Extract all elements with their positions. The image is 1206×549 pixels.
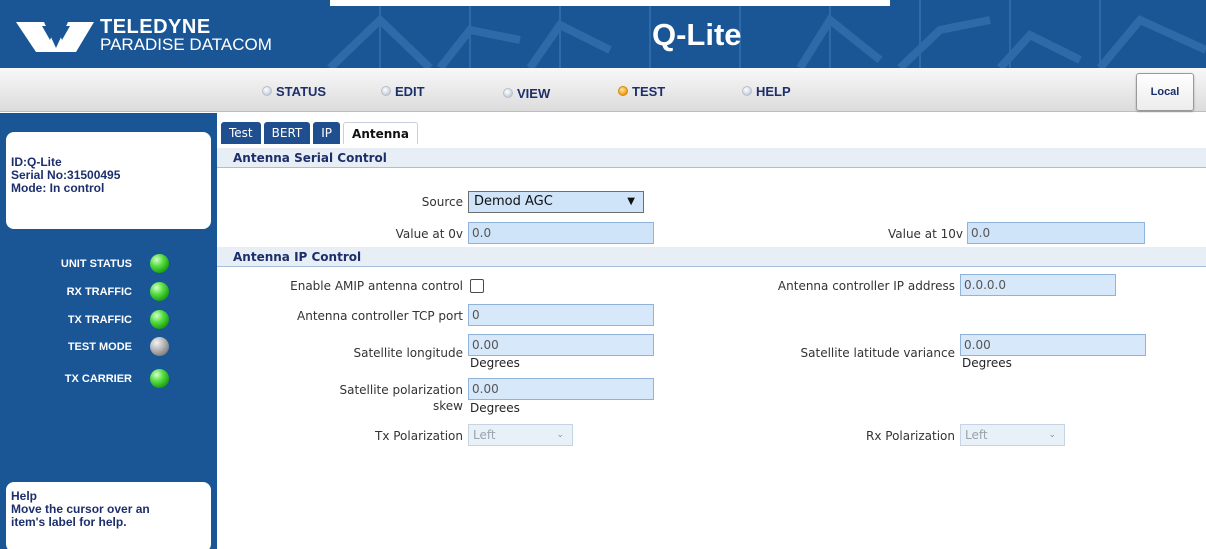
rx-polarization-label: Rx Polarization (866, 429, 955, 443)
value-0v-label: Value at 0v (395, 227, 463, 241)
nav-edit[interactable]: EDIT (381, 83, 425, 99)
led-label: UNIT STATUS (60, 258, 132, 270)
led-label: TEST MODE (67, 341, 132, 353)
main-content: Test BERT IP Antenna Antenna Serial Cont… (217, 113, 1206, 549)
source-select[interactable]: Demod AGC ▼ (468, 191, 644, 213)
enable-amip-label: Enable AMIP antenna control (290, 279, 463, 293)
led-tx-carrier: TX CARRIER (0, 369, 217, 389)
antenna-ip-input[interactable]: 0.0.0.0 (960, 274, 1116, 296)
nav-view[interactable]: VIEW (503, 85, 550, 101)
section-antenna-serial-control: Antenna Serial Control (217, 148, 1206, 168)
led-label: RX TRAFFIC (66, 286, 132, 298)
latitude-unit: Degrees (962, 356, 1012, 370)
nav-test[interactable]: TEST (618, 83, 665, 99)
left-sidebar: ID:Q-Lite Serial No:31500495 Mode: In co… (0, 113, 217, 549)
unit-id-box: ID:Q-Lite Serial No:31500495 Mode: In co… (6, 132, 211, 229)
led-unit-status: UNIT STATUS (0, 254, 217, 274)
brand-sub: PARADISE DATACOM (100, 35, 272, 54)
led-rx-traffic: RX TRAFFIC (0, 282, 217, 302)
chevron-down-icon: ⌄ (556, 430, 564, 440)
longitude-unit: Degrees (470, 356, 520, 370)
main-nav: STATUS EDIT VIEW TEST HELP Local (0, 68, 1206, 112)
nav-dot-active-icon (618, 86, 628, 96)
nav-help-label: HELP (756, 83, 791, 99)
nav-dot-icon (262, 86, 272, 96)
enable-amip-checkbox[interactable] (470, 279, 484, 293)
skew-unit: Degrees (470, 401, 520, 415)
nav-view-label: VIEW (517, 85, 551, 101)
teledyne-logo: TELEDYNE PARADISE DATACOM (8, 14, 308, 60)
led-tx-traffic: TX TRAFFIC (0, 310, 217, 330)
tab-bert[interactable]: BERT (263, 122, 311, 144)
section-antenna-ip-control: Antenna IP Control (217, 247, 1206, 267)
status-led-icon (150, 369, 169, 388)
antenna-ip-label: Antenna controller IP address (777, 279, 955, 293)
led-label: TX CARRIER (64, 373, 132, 385)
tcp-port-input[interactable]: 0 (468, 304, 654, 326)
chevron-down-icon: ▼ (627, 196, 635, 207)
source-label: Source (421, 195, 463, 209)
polarization-skew-label-line1: Satellite polarization (339, 383, 463, 397)
tx-polarization-select[interactable]: Left ⌄ (468, 424, 573, 446)
led-label: TX TRAFFIC (67, 314, 132, 326)
rx-polarization-select[interactable]: Left ⌄ (960, 424, 1065, 446)
satellite-longitude-label: Satellite longitude (353, 346, 463, 360)
teledyne-logo-icon (16, 22, 94, 52)
value-10v-input[interactable]: 0.0 (967, 222, 1145, 244)
status-led-icon (150, 254, 169, 273)
tx-polarization-label: Tx Polarization (375, 429, 463, 443)
latitude-variance-label: Satellite latitude variance (800, 346, 955, 360)
unit-mode: Mode: In control (11, 181, 105, 195)
latitude-variance-input[interactable]: 0.00 (960, 334, 1146, 356)
polarization-skew-input[interactable]: 0.00 (468, 378, 654, 400)
help-box: Help Move the cursor over an item's labe… (6, 482, 211, 549)
status-led-icon (150, 337, 169, 356)
source-select-value: Demod AGC (474, 194, 553, 209)
rx-polarization-value: Left (965, 428, 988, 442)
led-test-mode: TEST MODE (0, 337, 217, 357)
local-button[interactable]: Local (1136, 73, 1194, 111)
tab-antenna[interactable]: Antenna (343, 122, 418, 144)
status-led-icon (150, 282, 169, 301)
nav-dot-icon (381, 86, 391, 96)
app-title: Q-Lite (652, 17, 742, 52)
brand-name: TELEDYNE (100, 16, 211, 38)
tcp-port-label: Antenna controller TCP port (297, 309, 463, 323)
tab-test[interactable]: Test (221, 122, 261, 144)
nav-dot-icon (742, 86, 752, 96)
nav-status[interactable]: STATUS (262, 83, 326, 99)
nav-help[interactable]: HELP (742, 83, 791, 99)
value-10v-label: Value at 10v (887, 227, 963, 241)
nav-edit-label: EDIT (395, 83, 425, 99)
polarization-skew-label-line2: skew (433, 399, 463, 413)
nav-dot-icon (503, 88, 513, 98)
tab-bar: Test BERT IP Antenna (221, 122, 421, 144)
tx-polarization-value: Left (473, 428, 496, 442)
help-text-2: item's label for help. (11, 515, 127, 529)
tab-ip[interactable]: IP (313, 122, 341, 144)
status-led-icon (150, 310, 169, 329)
nav-status-label: STATUS (276, 83, 327, 99)
chevron-down-icon: ⌄ (1048, 430, 1056, 440)
nav-test-label: TEST (632, 83, 666, 99)
satellite-longitude-input[interactable]: 0.00 (468, 334, 654, 356)
value-0v-input[interactable]: 0.0 (468, 222, 654, 244)
top-banner: TELEDYNE PARADISE DATACOM Q-Lite (0, 0, 1206, 68)
